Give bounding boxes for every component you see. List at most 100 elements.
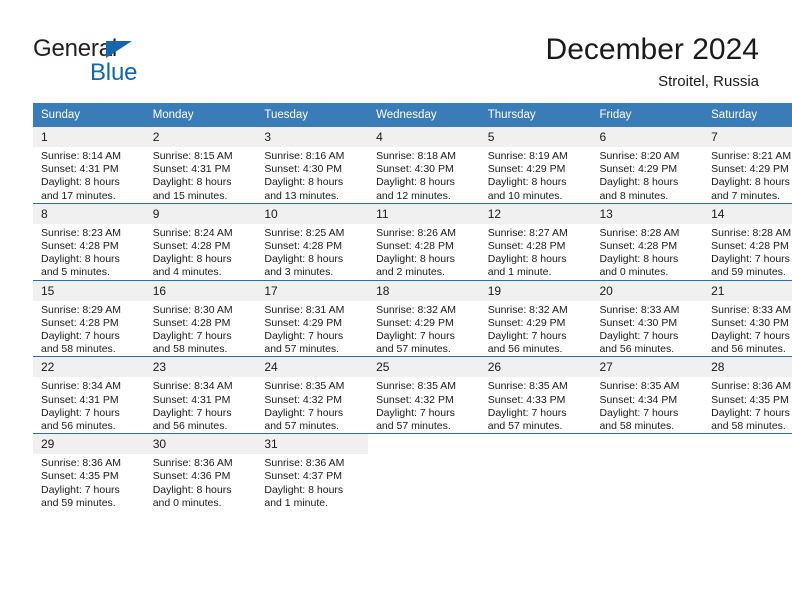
day-details: Sunrise: 8:23 AM Sunset: 4:28 PM Daylight:… — [33, 224, 145, 280]
day-sunset-text: Sunset: 4:29 PM — [487, 316, 566, 329]
day-details: Sunrise: 8:33 AM Sunset: 4:30 PM Daylight:… — [703, 301, 792, 357]
day-number: 4 — [368, 127, 480, 147]
day-details: Sunrise: 8:35 AM Sunset: 4:33 PM Daylight:… — [480, 377, 592, 433]
calendar-day-cell[interactable]: 3 Sunrise: 8:16 AM Sunset: 4:30 PM Daylight… — [256, 127, 369, 203]
day-number: 10 — [256, 203, 369, 224]
day-sunrise-text: Sunrise: 8:34 AM — [41, 380, 121, 393]
day-daylight2-text: and 56 minutes. — [711, 343, 786, 356]
brand-logo[interactable]: General Blue — [33, 36, 293, 88]
day-sunrise-text: Sunrise: 8:18 AM — [376, 150, 457, 162]
calendar-day-cell[interactable]: 27 Sunrise: 8:35 AM Sunset: 4:34 PM Dayligh… — [591, 356, 704, 434]
day-details: Sunrise: 8:32 AM Sunset: 4:29 PM Daylight:… — [480, 301, 592, 357]
day-daylight1-text: Daylight: 8 hours — [152, 483, 232, 496]
day-number: 5 — [479, 127, 592, 147]
calendar-day-cell[interactable]: 17 Sunrise: 8:31 AM Sunset: 4:29 PM Dayligh… — [256, 279, 369, 357]
calendar-day-cell[interactable]: 23 Sunrise: 8:34 AM Sunset: 4:31 PM Dayligh… — [144, 356, 257, 434]
day-number: 27 — [591, 357, 704, 378]
calendar-day-cell[interactable]: 13 Sunrise: 8:28 AM Sunset: 4:28 PM Dayligh… — [591, 202, 704, 281]
day-number: 23 — [144, 357, 257, 378]
day-daylight2-text: and 56 minutes. — [487, 343, 563, 356]
calendar-day-cell[interactable]: 16 Sunrise: 8:30 AM Sunset: 4:28 PM Dayligh… — [144, 279, 257, 357]
day-daylight2-text: and 17 minutes. — [41, 189, 116, 202]
day-daylight1-text: Daylight: 7 hours — [487, 406, 567, 419]
day-number: 20 — [591, 280, 704, 301]
day-daylight1-text: Daylight: 7 hours — [376, 406, 455, 419]
day-sunset-text: Sunset: 4:35 PM — [711, 393, 789, 406]
calendar-grid: Sunday Monday Tuesday Wednesday Thursday… — [33, 103, 792, 511]
calendar-day-cell[interactable]: 11 Sunrise: 8:26 AM Sunset: 4:28 PM Dayligh… — [368, 202, 480, 281]
day-sunset-text: Sunset: 4:28 PM — [487, 240, 566, 253]
calendar-day-cell[interactable]: 4 Sunrise: 8:18 AM Sunset: 4:30 PM Daylight… — [368, 127, 480, 203]
calendar-day-cell[interactable]: 9 Sunrise: 8:24 AM Sunset: 4:28 PM Daylight… — [144, 202, 257, 281]
day-sunset-text: Sunset: 4:31 PM — [152, 393, 231, 406]
calendar-day-cell[interactable]: 21 Sunrise: 8:33 AM Sunset: 4:30 PM Dayligh… — [703, 279, 792, 357]
calendar-day-cell[interactable]: 18 Sunrise: 8:32 AM Sunset: 4:29 PM Dayligh… — [368, 279, 480, 357]
calendar-day-cell[interactable]: 1 Sunrise: 8:14 AM Sunset: 4:31 PM Daylight… — [33, 127, 145, 203]
page-header: General Blue December 2024 Stroitel, Rus… — [0, 0, 792, 100]
day-sunrise-text: Sunrise: 8:26 AM — [376, 226, 457, 239]
calendar-day-cell[interactable]: 26 Sunrise: 8:35 AM Sunset: 4:33 PM Dayligh… — [479, 356, 592, 434]
day-sunrise-text: Sunrise: 8:32 AM — [487, 303, 568, 316]
day-sunrise-text: Sunrise: 8:23 AM — [41, 226, 121, 239]
day-number: 7 — [703, 127, 792, 147]
day-details: Sunrise: 8:26 AM Sunset: 4:28 PM Daylight:… — [368, 224, 480, 280]
day-number: 8 — [33, 203, 145, 224]
day-details: Sunrise: 8:29 AM Sunset: 4:28 PM Daylight:… — [33, 301, 145, 357]
day-sunrise-text: Sunrise: 8:34 AM — [152, 380, 233, 393]
day-number: 2 — [144, 127, 257, 147]
day-details: Sunrise: 8:34 AM Sunset: 4:31 PM Daylight:… — [33, 377, 145, 433]
calendar-day-cell[interactable]: 30 Sunrise: 8:36 AM Sunset: 4:36 PM Dayligh… — [144, 433, 257, 511]
day-daylight2-text: and 57 minutes. — [264, 343, 340, 356]
calendar-day-cell[interactable]: 5 Sunrise: 8:19 AM Sunset: 4:29 PM Daylight… — [479, 127, 592, 203]
calendar-day-cell[interactable]: 2 Sunrise: 8:15 AM Sunset: 4:31 PM Daylight… — [144, 127, 257, 203]
day-details: Sunrise: 8:25 AM Sunset: 4:28 PM Daylight:… — [256, 224, 368, 280]
day-daylight2-text: and 12 minutes. — [376, 189, 451, 202]
day-sunrise-text: Sunrise: 8:24 AM — [152, 226, 233, 239]
calendar-day-cell[interactable]: 29 Sunrise: 8:36 AM Sunset: 4:35 PM Dayligh… — [33, 433, 145, 511]
calendar-day-cell[interactable]: 10 Sunrise: 8:25 AM Sunset: 4:28 PM Dayligh… — [256, 202, 369, 281]
day-number: 3 — [256, 127, 369, 147]
day-sunset-text: Sunset: 4:35 PM — [41, 470, 119, 483]
calendar-day-cell[interactable]: 25 Sunrise: 8:35 AM Sunset: 4:32 PM Dayligh… — [368, 356, 480, 434]
day-daylight2-text: and 58 minutes. — [711, 420, 786, 433]
calendar-day-cell[interactable]: 20 Sunrise: 8:33 AM Sunset: 4:30 PM Dayligh… — [591, 279, 704, 357]
page-subtitle-location: Stroitel, Russia — [658, 73, 759, 90]
calendar-day-cell[interactable]: 31 Sunrise: 8:36 AM Sunset: 4:37 PM Dayligh… — [256, 433, 369, 511]
day-number — [703, 434, 792, 454]
day-sunset-text: Sunset: 4:29 PM — [376, 316, 454, 329]
calendar-day-cell[interactable]: 7 Sunrise: 8:21 AM Sunset: 4:29 PM Daylight… — [703, 127, 792, 203]
day-daylight2-text: and 59 minutes. — [41, 496, 116, 509]
day-sunset-text: Sunset: 4:29 PM — [264, 316, 343, 329]
calendar-day-cell[interactable]: 12 Sunrise: 8:27 AM Sunset: 4:28 PM Dayligh… — [479, 202, 592, 281]
day-sunset-text: Sunset: 4:29 PM — [487, 163, 566, 176]
calendar-day-cell[interactable]: 24 Sunrise: 8:35 AM Sunset: 4:32 PM Dayligh… — [256, 356, 369, 434]
day-daylight1-text: Daylight: 8 hours — [264, 483, 344, 496]
day-daylight1-text: Daylight: 8 hours — [376, 253, 455, 266]
calendar-day-cell[interactable]: 14 Sunrise: 8:28 AM Sunset: 4:28 PM Dayligh… — [703, 202, 792, 281]
day-sunrise-text: Sunrise: 8:35 AM — [376, 380, 457, 393]
day-sunrise-text: Sunrise: 8:28 AM — [599, 226, 680, 239]
day-number: 12 — [479, 203, 592, 224]
day-sunset-text: Sunset: 4:31 PM — [41, 163, 119, 176]
calendar-day-cell[interactable]: 28 Sunrise: 8:36 AM Sunset: 4:35 PM Dayligh… — [703, 356, 792, 434]
day-sunset-text: Sunset: 4:36 PM — [152, 470, 231, 483]
calendar-day-cell[interactable]: 19 Sunrise: 8:32 AM Sunset: 4:29 PM Dayligh… — [479, 279, 592, 357]
day-daylight1-text: Daylight: 7 hours — [41, 483, 120, 496]
day-daylight2-text: and 13 minutes. — [264, 189, 340, 202]
day-number: 14 — [703, 203, 792, 224]
calendar-day-cell[interactable]: 15 Sunrise: 8:29 AM Sunset: 4:28 PM Dayligh… — [33, 279, 145, 357]
day-sunset-text: Sunset: 4:28 PM — [599, 240, 678, 253]
day-sunset-text: Sunset: 4:28 PM — [41, 240, 119, 253]
day-details: Sunrise: 8:36 AM Sunset: 4:37 PM Daylight:… — [256, 454, 368, 510]
calendar-day-cell[interactable]: 8 Sunrise: 8:23 AM Sunset: 4:28 PM Daylight… — [33, 202, 145, 281]
calendar-day-cell[interactable]: 22 Sunrise: 8:34 AM Sunset: 4:31 PM Dayligh… — [33, 356, 145, 434]
day-daylight1-text: Daylight: 8 hours — [487, 253, 567, 266]
day-number: 19 — [479, 280, 592, 301]
day-sunrise-text: Sunrise: 8:21 AM — [711, 150, 792, 162]
calendar-body: 1 Sunrise: 8:14 AM Sunset: 4:31 PM Daylight… — [33, 127, 792, 511]
calendar-day-cell-empty — [591, 433, 704, 511]
day-number — [591, 434, 703, 454]
calendar-day-cell[interactable]: 6 Sunrise: 8:20 AM Sunset: 4:29 PM Daylight… — [591, 127, 704, 203]
day-details: Sunrise: 8:32 AM Sunset: 4:29 PM Daylight:… — [368, 301, 480, 357]
day-sunrise-text: Sunrise: 8:25 AM — [264, 226, 345, 239]
